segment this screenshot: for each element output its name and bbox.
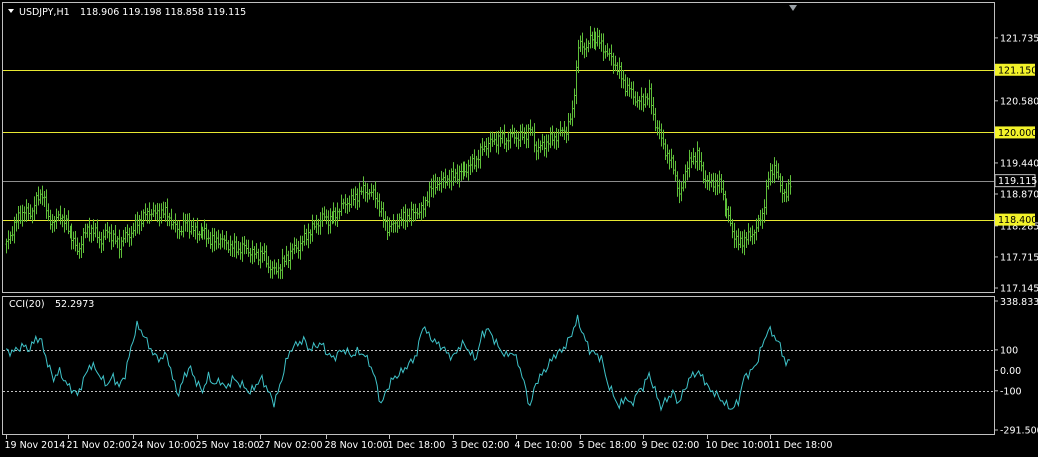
symbol-timeframe: USDJPY,H1 [19, 7, 70, 18]
level-badge-label: 120.000 [998, 128, 1037, 139]
time-tick-label: 25 Nov 18:00 [196, 440, 260, 451]
time-tick-label: 3 Dec 02:00 [452, 440, 510, 451]
time-tick-label: 11 Dec 18:00 [769, 440, 833, 451]
level-badge-label: 121.150 [998, 65, 1037, 76]
level-badge-label: 119.115 [998, 176, 1037, 187]
time-tick-label: 5 Dec 18:00 [579, 440, 637, 451]
time-tick-label: 24 Nov 10:00 [132, 440, 196, 451]
time-tick-label: 27 Nov 02:00 [259, 440, 323, 451]
time-tick-label: 9 Dec 02:00 [642, 440, 700, 451]
price-tick-label: 121.735 [1000, 33, 1038, 44]
price-tick-label: 117.145 [1000, 284, 1038, 295]
time-tick-label: 4 Dec 10:00 [515, 440, 573, 451]
price-tick-label: 120.580 [1000, 96, 1038, 107]
chart-background [0, 0, 1038, 457]
cci-tick-label: 100 [1000, 345, 1018, 356]
cci-tick-label: 0.00 [1000, 366, 1021, 377]
ohlc-values: 118.906 119.198 118.858 119.115 [80, 7, 246, 18]
time-tick-label: 1 Dec 18:00 [388, 440, 446, 451]
price-tick-label: 117.715 [1000, 252, 1038, 263]
cci-value: 52.2973 [55, 299, 94, 310]
level-badge-label: 118.400 [998, 215, 1037, 226]
time-tick-label: 28 Nov 10:00 [325, 440, 389, 451]
cci-tick-label: 338.833 [1000, 297, 1038, 308]
price-tick-label: 119.440 [1000, 158, 1038, 169]
time-tick-label: 21 Nov 02:00 [67, 440, 131, 451]
time-tick-label: 10 Dec 10:00 [706, 440, 770, 451]
price-tick-label: 118.870 [1000, 190, 1038, 201]
trading-chart[interactable]: 121.735120.580119.440118.870118.285117.7… [0, 0, 1038, 457]
time-tick-label: 19 Nov 2014 [5, 440, 66, 451]
cci-tick-label: -291.5004 [1000, 426, 1038, 437]
cci-tick-label: -100 [1000, 386, 1022, 397]
chart-header: USDJPY,H1 118.906 119.198 118.858 119.11… [8, 7, 246, 18]
cci-name: CCI(20) [9, 299, 45, 310]
